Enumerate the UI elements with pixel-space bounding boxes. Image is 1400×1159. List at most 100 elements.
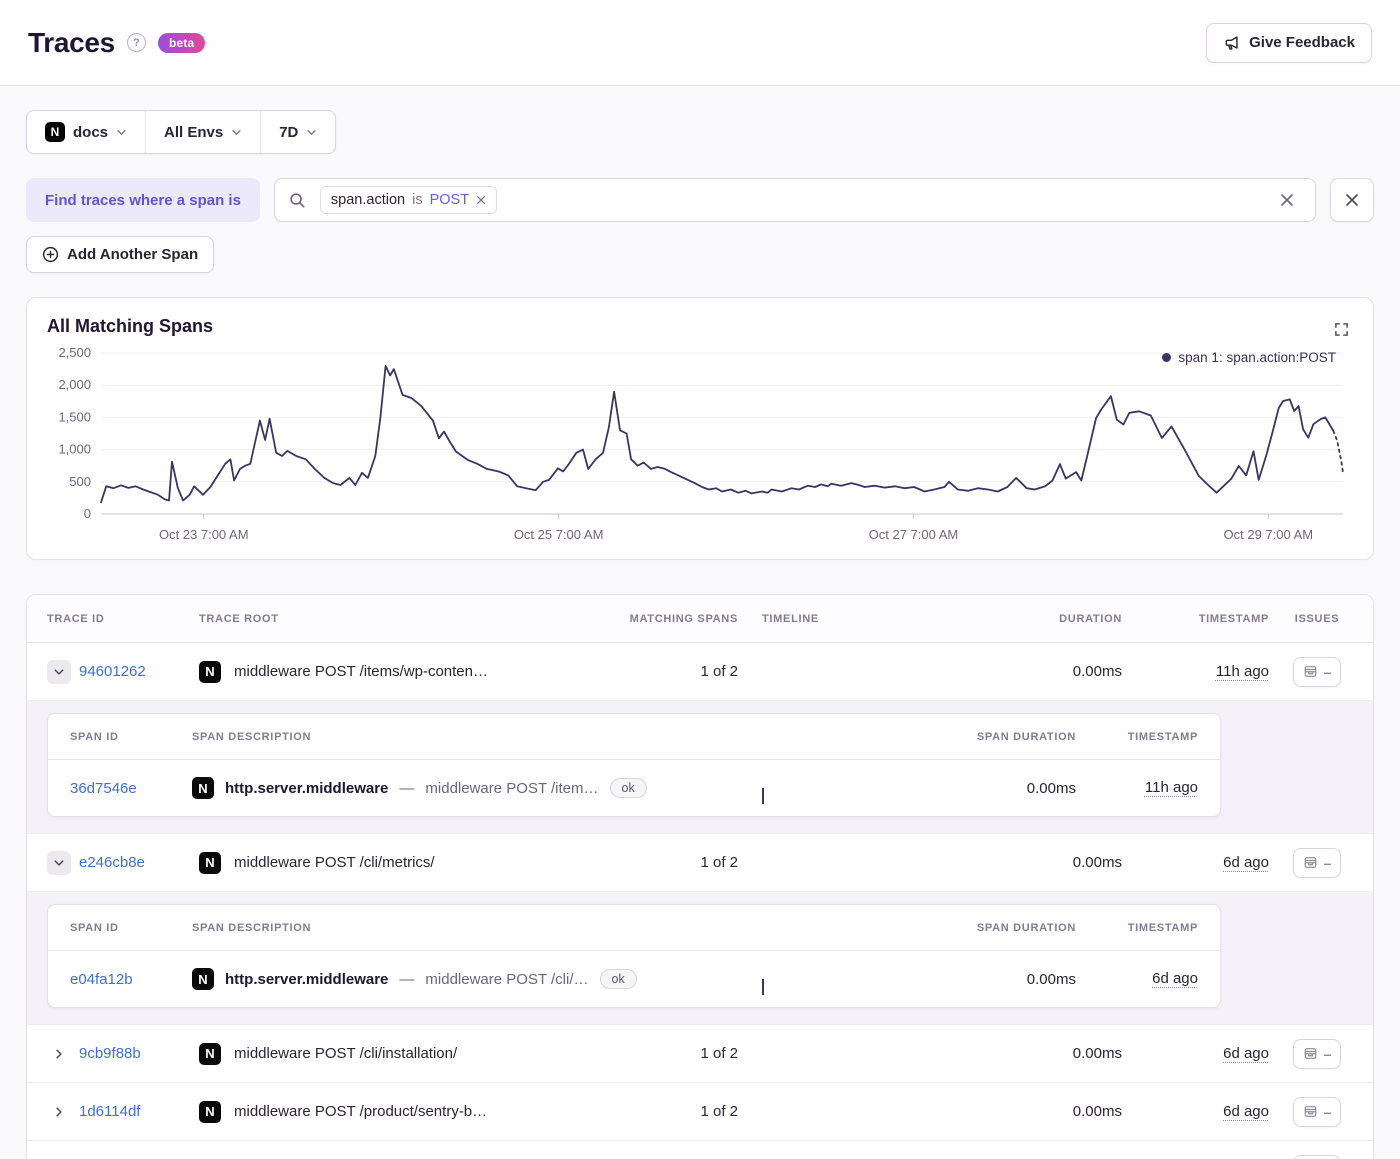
- expand-trace-button[interactable]: [47, 1042, 71, 1066]
- token-remove-icon[interactable]: [476, 195, 486, 205]
- span-duration-value: 0.00ms: [1026, 779, 1076, 797]
- separator: —: [399, 779, 415, 797]
- nextjs-icon: N: [199, 660, 221, 683]
- svg-text:2,000: 2,000: [58, 377, 91, 392]
- span-operation: http.server.middleware: [225, 779, 389, 797]
- span-query-row: Find traces where a span is span.action …: [26, 178, 1374, 222]
- table-row[interactable]: 1d6114df N middleware POST /product/sent…: [27, 1083, 1373, 1141]
- timestamp-value[interactable]: 11h ago: [1216, 663, 1269, 680]
- matching-spans-value: 1 of 2: [700, 1103, 738, 1120]
- collapse-trace-button[interactable]: [47, 659, 71, 684]
- collapse-trace-button[interactable]: [47, 850, 71, 875]
- matching-spans-value: 1 of 2: [700, 663, 738, 680]
- chart-legend: span 1: span.action:POST: [1162, 350, 1336, 365]
- span-timestamp-value[interactable]: 11h ago: [1145, 779, 1198, 796]
- all-matching-spans-panel: All Matching Spans span 1: span.action:P…: [26, 297, 1374, 560]
- span-row[interactable]: 36d7546e N http.server.middleware — midd…: [48, 760, 1220, 816]
- expand-trace-button[interactable]: [47, 1100, 71, 1124]
- clear-search-button[interactable]: [1273, 186, 1301, 214]
- trace-id-link[interactable]: 1d6114df: [79, 1103, 140, 1120]
- issues-button[interactable]: –: [1292, 656, 1342, 687]
- nextjs-icon: N: [45, 122, 65, 142]
- issues-button[interactable]: –: [1292, 1154, 1342, 1159]
- col-trace-id: Trace ID: [47, 612, 105, 625]
- date-range-filter-label: 7D: [279, 123, 299, 141]
- col-span-duration: Span Duration: [976, 730, 1076, 743]
- project-filter[interactable]: N docs: [27, 111, 145, 153]
- add-another-span-label: Add Another Span: [67, 246, 199, 263]
- environment-filter-label: All Envs: [164, 123, 224, 141]
- nextjs-icon: N: [199, 1100, 221, 1123]
- span-status-badge: ok: [599, 969, 637, 989]
- col-span-id: Span ID: [70, 921, 119, 934]
- span-condition-label: Find traces where a span is: [26, 178, 260, 222]
- table-row[interactable]: 94601262 N middleware POST /items/wp-con…: [27, 643, 1373, 701]
- remove-span-query-button[interactable]: [1330, 178, 1374, 222]
- page-header: Traces ? beta Give Feedback: [0, 0, 1400, 86]
- span-sub-table: Span ID Span Description Span Duration T…: [47, 713, 1221, 817]
- chart-title: All Matching Spans: [47, 316, 214, 336]
- col-duration: Duration: [1059, 612, 1122, 625]
- beta-badge: beta: [157, 32, 206, 53]
- span-id-link[interactable]: e04fa12b: [70, 971, 180, 988]
- trace-id-link[interactable]: e246cb8e: [79, 854, 145, 871]
- col-issues: Issues: [1294, 612, 1340, 625]
- svg-text:Oct 29 7:00 AM: Oct 29 7:00 AM: [1224, 527, 1314, 542]
- timestamp-value[interactable]: 6d ago: [1223, 854, 1269, 871]
- span-operation: http.server.middleware: [225, 970, 389, 988]
- table-row[interactable]: e246cb8e N middleware POST /cli/metrics/…: [27, 834, 1373, 892]
- timestamp-value[interactable]: 6d ago: [1223, 1103, 1269, 1120]
- token-value: POST: [429, 192, 470, 208]
- trace-root-label: middleware POST /items/wp-conten…: [234, 663, 488, 680]
- environment-filter[interactable]: All Envs: [146, 111, 260, 153]
- col-span-timestamp: Timestamp: [1127, 921, 1198, 934]
- spans-chart[interactable]: 0 500 1,000 1,500 2,000 2,500 Oct 23 7:00 AM Oc…: [47, 343, 1349, 549]
- span-description: middleware POST /item…: [425, 779, 599, 797]
- project-filter-label: docs: [73, 123, 109, 141]
- span-search-input[interactable]: span.action is POST: [273, 178, 1316, 222]
- span-timestamp-value[interactable]: 6d ago: [1152, 970, 1198, 987]
- span-row[interactable]: e04fa12b N http.server.middleware — midd…: [48, 951, 1220, 1007]
- issues-count: –: [1323, 1045, 1332, 1062]
- issues-button[interactable]: –: [1292, 847, 1342, 878]
- trace-id-link[interactable]: 9cb9f88b: [79, 1045, 141, 1062]
- expanded-span-section: Span ID Span Description Span Duration T…: [27, 701, 1373, 834]
- svg-text:Oct 23 7:00 AM: Oct 23 7:00 AM: [159, 527, 249, 542]
- filter-bar: N docs All Envs 7D: [26, 110, 337, 154]
- col-span-id: Span ID: [70, 730, 119, 743]
- table-header-row: Trace ID Trace Root Matching Spans Timel…: [27, 595, 1373, 643]
- chevron-down-icon: [116, 127, 127, 138]
- span-description: middleware POST /cli/…: [425, 970, 589, 988]
- issues-button[interactable]: –: [1292, 1096, 1342, 1127]
- col-trace-root: Trace Root: [199, 612, 279, 625]
- timestamp-value[interactable]: 6d ago: [1223, 1045, 1269, 1062]
- span-id-link[interactable]: 36d7546e: [70, 780, 180, 797]
- svg-text:500: 500: [69, 474, 91, 489]
- add-another-span-button[interactable]: Add Another Span: [26, 236, 215, 273]
- table-row[interactable]: 5b72a6bf N middleware POST /security-leg…: [27, 1141, 1373, 1159]
- main-content: N docs All Envs 7D Find traces where a s…: [0, 86, 1400, 1159]
- span-header-row: Span ID Span Description Span Duration T…: [48, 905, 1220, 951]
- page-title: Traces: [28, 26, 115, 58]
- chevron-down-icon: [306, 127, 317, 138]
- col-matching-spans: Matching Spans: [629, 612, 738, 625]
- issues-button[interactable]: –: [1292, 1038, 1342, 1069]
- give-feedback-label: Give Feedback: [1249, 34, 1355, 51]
- issues-count: –: [1323, 663, 1332, 680]
- table-row[interactable]: 9cb9f88b N middleware POST /cli/installa…: [27, 1025, 1373, 1083]
- col-span-description: Span Description: [192, 921, 312, 934]
- span-header-row: Span ID Span Description Span Duration T…: [48, 714, 1220, 760]
- duration-value: 0.00ms: [1072, 663, 1122, 680]
- col-span-timestamp: Timestamp: [1127, 730, 1198, 743]
- date-range-filter[interactable]: 7D: [261, 111, 335, 153]
- give-feedback-button[interactable]: Give Feedback: [1206, 22, 1372, 63]
- col-span-description: Span Description: [192, 730, 312, 743]
- chevron-down-icon: [231, 127, 242, 138]
- svg-text:Oct 27 7:00 AM: Oct 27 7:00 AM: [869, 527, 959, 542]
- fullscreen-icon[interactable]: [1334, 322, 1349, 337]
- nextjs-icon: N: [199, 1042, 221, 1065]
- issue-box-icon: [1303, 1104, 1318, 1119]
- trace-id-link[interactable]: 94601262: [79, 663, 146, 680]
- help-icon[interactable]: ?: [126, 33, 146, 52]
- filter-token[interactable]: span.action is POST: [319, 186, 498, 214]
